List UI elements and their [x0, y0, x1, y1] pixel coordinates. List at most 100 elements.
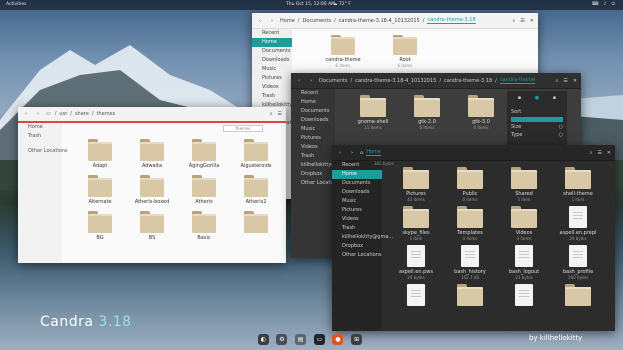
back-icon[interactable]: ‹ — [336, 150, 344, 156]
zoom-out-icon[interactable]: ▪ — [518, 95, 521, 101]
sidebar-item-account[interactable]: killhellokitty@gma... — [332, 233, 393, 242]
crumb-home[interactable]: Home — [366, 149, 381, 156]
close-icon[interactable]: ✕ — [530, 18, 534, 24]
forward-icon[interactable]: › — [348, 150, 356, 156]
sidebar-item-music[interactable]: Music — [291, 125, 335, 134]
crumb-home[interactable]: Home — [280, 18, 295, 24]
sidebar-item-home[interactable]: Home — [332, 170, 382, 179]
view-toggle-icon[interactable]: ☰ — [563, 78, 567, 84]
sidebar-item-dropbox[interactable]: Dropbox — [291, 170, 335, 179]
sidebar-item-videos[interactable]: Videos — [252, 83, 292, 92]
sidebar-item-home[interactable]: Home — [291, 98, 335, 107]
folder-item[interactable]: gnome-shell 11 items — [351, 95, 395, 130]
crumb-documents[interactable]: Documents — [319, 78, 348, 84]
sidebar-item-trash[interactable]: Trash — [332, 224, 382, 233]
folder-item[interactable]: Aigusteroids — [236, 139, 276, 169]
crumb-share[interactable]: share — [75, 111, 89, 117]
clock[interactable]: Thu Oct 15, 12:00 AM — [286, 0, 335, 10]
sidebar-item-pictures[interactable]: Pictures — [332, 206, 382, 215]
folder-item[interactable]: BS — [132, 211, 172, 241]
firefox-icon[interactable]: ● — [332, 333, 344, 345]
sidebar-item-recent[interactable]: Recent — [291, 89, 335, 98]
sidebar-item-account[interactable]: killhellokitty@git... — [291, 161, 348, 170]
sidebar-item-pictures[interactable]: Pictures — [291, 134, 335, 143]
view-toggle-icon[interactable]: ☰ — [597, 150, 601, 156]
power-icon[interactable]: ⏻ — [611, 0, 615, 10]
back-icon[interactable]: ‹ — [22, 111, 30, 117]
home-icon[interactable]: ⌂ — [360, 150, 363, 156]
file-item[interactable]: bash_profile 300 bytes — [556, 245, 600, 280]
folder-item[interactable]: AgingGorilla — [184, 139, 224, 169]
search-icon[interactable]: ⌕ — [513, 18, 516, 24]
search-icon[interactable]: ⌕ — [590, 150, 593, 156]
file-item[interactable] — [502, 284, 546, 306]
file-item[interactable] — [394, 284, 438, 306]
folder-item[interactable]: Root 6 items — [380, 35, 430, 68]
apps-grid-icon[interactable]: ⊞ — [351, 333, 363, 345]
crumb-candra-archive[interactable]: candra-theme-3.18-4_10132015 — [339, 18, 420, 24]
search-icon[interactable]: ⌕ — [270, 111, 273, 117]
folder-item[interactable]: BG — [80, 211, 120, 241]
folder-item[interactable]: Pictures 43 items — [394, 167, 438, 202]
file-item[interactable]: bash_logout 21 bytes — [502, 245, 546, 280]
folder-item[interactable]: Templates 0 items — [448, 206, 492, 241]
folder-item[interactable]: shell-theme 1 item — [556, 167, 600, 202]
file-item[interactable]: aspell.en.prepl 29 bytes — [556, 206, 600, 241]
folder-item[interactable]: Atheris-boxed — [132, 175, 172, 205]
close-icon[interactable]: ✕ — [573, 78, 577, 84]
sidebar-item-downloads[interactable]: Downloads — [252, 56, 292, 65]
folder-item[interactable]: Atheris — [184, 175, 224, 205]
forward-icon[interactable]: › — [34, 111, 42, 117]
sidebar-item-trash[interactable]: Trash — [291, 152, 335, 161]
sidebar-item-recent[interactable]: Recent — [252, 29, 292, 38]
sidebar-item-pictures[interactable]: Pictures — [252, 74, 292, 83]
file-item[interactable]: aspell.en.pws 29 bytes — [394, 245, 438, 280]
folder-item[interactable] — [236, 211, 276, 241]
sidebar-item-downloads[interactable]: Downloads — [291, 116, 335, 125]
sidebar-item-other-locations[interactable]: Other Locations — [332, 251, 382, 260]
folder-item[interactable]: gtk-3.0 6 items — [459, 95, 503, 130]
close-icon[interactable]: ✕ — [607, 150, 611, 156]
back-icon[interactable]: ‹ — [295, 78, 303, 84]
sidebar-item-other-locations[interactable]: Other Locations — [18, 147, 68, 156]
settings-icon[interactable]: ⚙ — [276, 333, 288, 345]
folder-item[interactable]: skype_files 1 item — [394, 206, 438, 241]
folder-item[interactable]: Videos 4 items — [502, 206, 546, 241]
sidebar-item-home[interactable]: Home — [18, 123, 62, 132]
search-field[interactable]: themes — [223, 125, 263, 132]
crumb-candra-theme[interactable]: candra-theme — [499, 77, 536, 84]
sidebar-item-documents[interactable]: Documents — [332, 179, 382, 188]
volume-icon[interactable]: ♪ — [604, 0, 607, 10]
folder-item[interactable]: candra-theme 6 items — [318, 35, 368, 68]
root-drive-icon[interactable]: ▭ — [46, 111, 51, 117]
sidebar-item-videos[interactable]: Videos — [291, 143, 335, 152]
crumb-candra-archive[interactable]: candra-theme-3.18-4_10132015 — [355, 78, 436, 84]
folder-item[interactable]: Shared 1 item — [502, 167, 546, 202]
sidebar-item-documents[interactable]: Documents — [252, 47, 292, 56]
forward-icon[interactable]: › — [307, 78, 315, 84]
shell-icon[interactable]: ◐ — [257, 333, 269, 345]
sidebar-item-trash[interactable]: Trash — [252, 92, 292, 101]
folder-item[interactable]: Adapt — [80, 139, 120, 169]
sidebar-item-dropbox[interactable]: Dropbox — [332, 242, 382, 251]
sidebar-item-home[interactable]: Home — [252, 38, 292, 47]
folder-item[interactable]: Basic — [184, 211, 224, 241]
view-toggle-icon[interactable]: ☰ — [520, 18, 524, 24]
folder-item[interactable] — [556, 284, 600, 306]
view-toggle-icon[interactable]: ☰ — [278, 111, 282, 117]
crumb-documents[interactable]: Documents — [302, 18, 331, 24]
sort-name-row[interactable] — [511, 117, 563, 122]
crumb-themes[interactable]: themes — [97, 111, 116, 117]
weather-indicator[interactable]: ☁ 72° F — [333, 0, 351, 10]
folder-item[interactable]: Alternate — [80, 175, 120, 205]
sidebar-item-trash[interactable]: Trash — [18, 132, 62, 141]
sidebar-item-other-locations[interactable]: Other Locations — [291, 179, 341, 188]
sort-size-option[interactable]: Size ○ — [511, 124, 563, 130]
sidebar-item-music[interactable]: Music — [332, 197, 382, 206]
keyboard-icon[interactable]: ⌨ — [592, 0, 599, 10]
search-icon[interactable]: ⌕ — [556, 78, 559, 84]
folder-item[interactable] — [448, 284, 492, 306]
files-icon[interactable]: ▤ — [295, 333, 307, 345]
terminal-icon[interactable]: ▭ — [313, 333, 325, 345]
sort-type-option[interactable]: Type ○ — [511, 132, 563, 138]
